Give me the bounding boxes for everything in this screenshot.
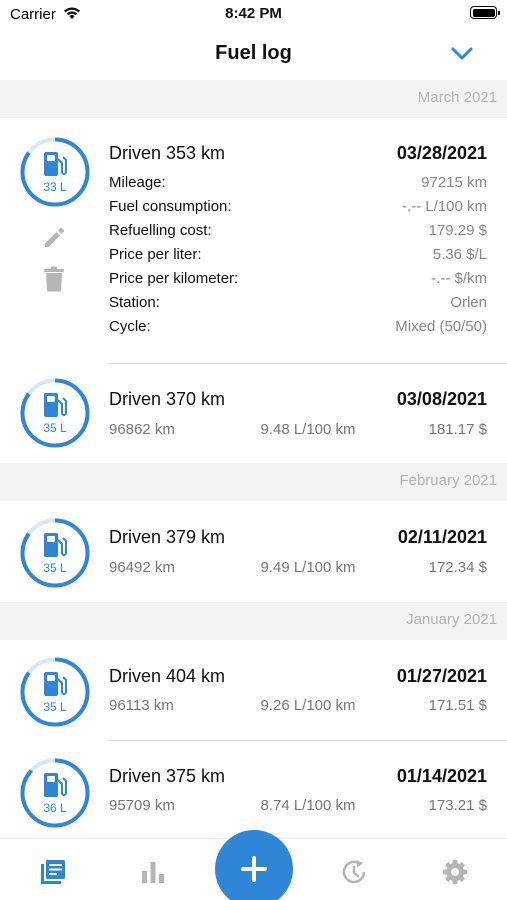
fuel-entry-expanded[interactable]: 33 L Driven 353 km 03/28/2021 Mileage: 9… xyxy=(0,118,507,363)
detail-value-price-per-liter: 5.36 $/L xyxy=(432,246,487,263)
entry-title: Driven 375 km xyxy=(109,766,226,786)
settings-icon xyxy=(443,860,467,884)
fuel-pump-icon xyxy=(44,533,67,557)
entry-title: Driven 404 km xyxy=(109,666,226,686)
entry-date: 01/14/2021 xyxy=(396,766,487,786)
section-label: March 2021 xyxy=(417,89,497,106)
entry-mileage: 96113 km xyxy=(109,697,174,714)
section-header-january-2021: January 2021 xyxy=(0,602,507,640)
fuel-gauge: 33 L xyxy=(20,137,90,207)
fuel-gauge: 35 L xyxy=(20,378,90,448)
entry-cost: 181.17 $ xyxy=(428,421,487,438)
detail-value-cost: 179.29 $ xyxy=(428,222,487,239)
fuel-log-list[interactable]: March 2021 33 L Driven 353 km 03/28/2021… xyxy=(0,80,507,838)
detail-label-consumption: Fuel consumption: xyxy=(109,198,232,215)
detail-value-consumption: -.-- L/100 km xyxy=(401,198,487,215)
clock: 8:42 PM xyxy=(225,5,282,22)
section-label: February 2021 xyxy=(399,472,497,489)
liters-label: 35 L xyxy=(43,561,67,575)
detail-label-cost: Refuelling cost: xyxy=(109,222,212,239)
statistics-icon xyxy=(142,862,164,883)
entry-date: 03/28/2021 xyxy=(396,143,487,163)
section-label: January 2021 xyxy=(406,611,497,628)
entry-cost: 173.21 $ xyxy=(428,797,487,814)
detail-label-station: Station: xyxy=(109,294,160,311)
detail-value-cycle: Mixed (50/50) xyxy=(395,318,487,335)
section-header-february-2021: February 2021 xyxy=(0,463,507,501)
row-divider xyxy=(108,740,507,741)
entry-title: Driven 353 km xyxy=(109,143,226,163)
tab-reminders[interactable] xyxy=(341,859,367,885)
entry-date: 03/08/2021 xyxy=(396,389,487,409)
add-entry-button[interactable] xyxy=(215,830,293,900)
page-title: Fuel log xyxy=(215,42,292,64)
entry-date: 01/27/2021 xyxy=(396,666,487,686)
detail-label-mileage: Mileage: xyxy=(109,174,166,191)
row-divider xyxy=(108,363,507,364)
fuel-gauge: 36 L xyxy=(20,758,90,828)
entry-consumption: 8.74 L/100 km xyxy=(260,797,356,814)
entry-mileage: 96862 km xyxy=(109,421,175,438)
entry-cost: 172.34 $ xyxy=(428,559,487,576)
entry-cost: 171.51 $ xyxy=(428,697,487,714)
nav-header: Fuel log xyxy=(0,28,507,80)
tab-settings[interactable] xyxy=(442,859,468,885)
fuel-pump-icon xyxy=(44,152,67,176)
detail-label-price-per-km: Price per kilometer: xyxy=(109,270,239,287)
fuel-gauge: 35 L xyxy=(20,657,90,727)
entry-title: Driven 370 km xyxy=(109,389,226,409)
fuel-gauge: 35 L xyxy=(20,518,90,588)
fuel-entry[interactable]: 35 L Driven 404 km 01/27/2021 96113 km 9… xyxy=(0,640,507,740)
log-icon xyxy=(41,860,65,884)
entry-consumption: 9.26 L/100 km xyxy=(260,697,356,714)
entry-date: 02/11/2021 xyxy=(397,527,487,547)
fuel-entry[interactable]: 35 L Driven 370 km 03/08/2021 96862 km 9… xyxy=(0,363,507,463)
fuel-pump-icon xyxy=(44,393,67,417)
entry-mileage: 96492 km xyxy=(109,559,175,576)
tab-statistics[interactable] xyxy=(140,859,166,885)
entry-consumption: 9.48 L/100 km xyxy=(260,421,356,438)
detail-label-price-per-liter: Price per liter: xyxy=(109,246,202,263)
detail-value-mileage: 97215 km xyxy=(421,174,487,191)
detail-label-cycle: Cycle: xyxy=(109,318,151,335)
trash-icon xyxy=(44,266,64,292)
tab-log[interactable] xyxy=(40,859,66,885)
edit-button[interactable] xyxy=(42,224,68,250)
entry-consumption: 9.49 L/100 km xyxy=(260,559,356,576)
liters-label: 36 L xyxy=(43,801,67,815)
status-bar: Carrier 8:42 PM xyxy=(0,0,507,28)
fuel-entry[interactable]: 36 L Driven 375 km 01/14/2021 95709 km 8… xyxy=(0,740,507,838)
liters-label: 35 L xyxy=(43,421,67,435)
fuel-pump-icon xyxy=(44,672,67,696)
section-header-march-2021: March 2021 xyxy=(0,80,507,118)
liters-label: 35 L xyxy=(43,700,67,714)
fuel-pump-icon xyxy=(44,773,67,797)
fuel-entry[interactable]: 35 L Driven 379 km 02/11/2021 96492 km 9… xyxy=(0,501,507,602)
entry-title: Driven 379 km xyxy=(109,527,226,547)
reminders-icon xyxy=(342,860,366,884)
detail-value-station: Orlen xyxy=(450,294,487,311)
collapse-button[interactable] xyxy=(447,42,477,66)
pencil-icon xyxy=(45,227,65,247)
chevron-down-icon xyxy=(451,47,473,60)
battery-icon xyxy=(470,6,500,19)
detail-value-price-per-km: -.-- $/km xyxy=(431,270,487,287)
entry-mileage: 95709 km xyxy=(109,797,175,814)
delete-button[interactable] xyxy=(43,266,65,292)
liters-label: 33 L xyxy=(43,180,67,194)
